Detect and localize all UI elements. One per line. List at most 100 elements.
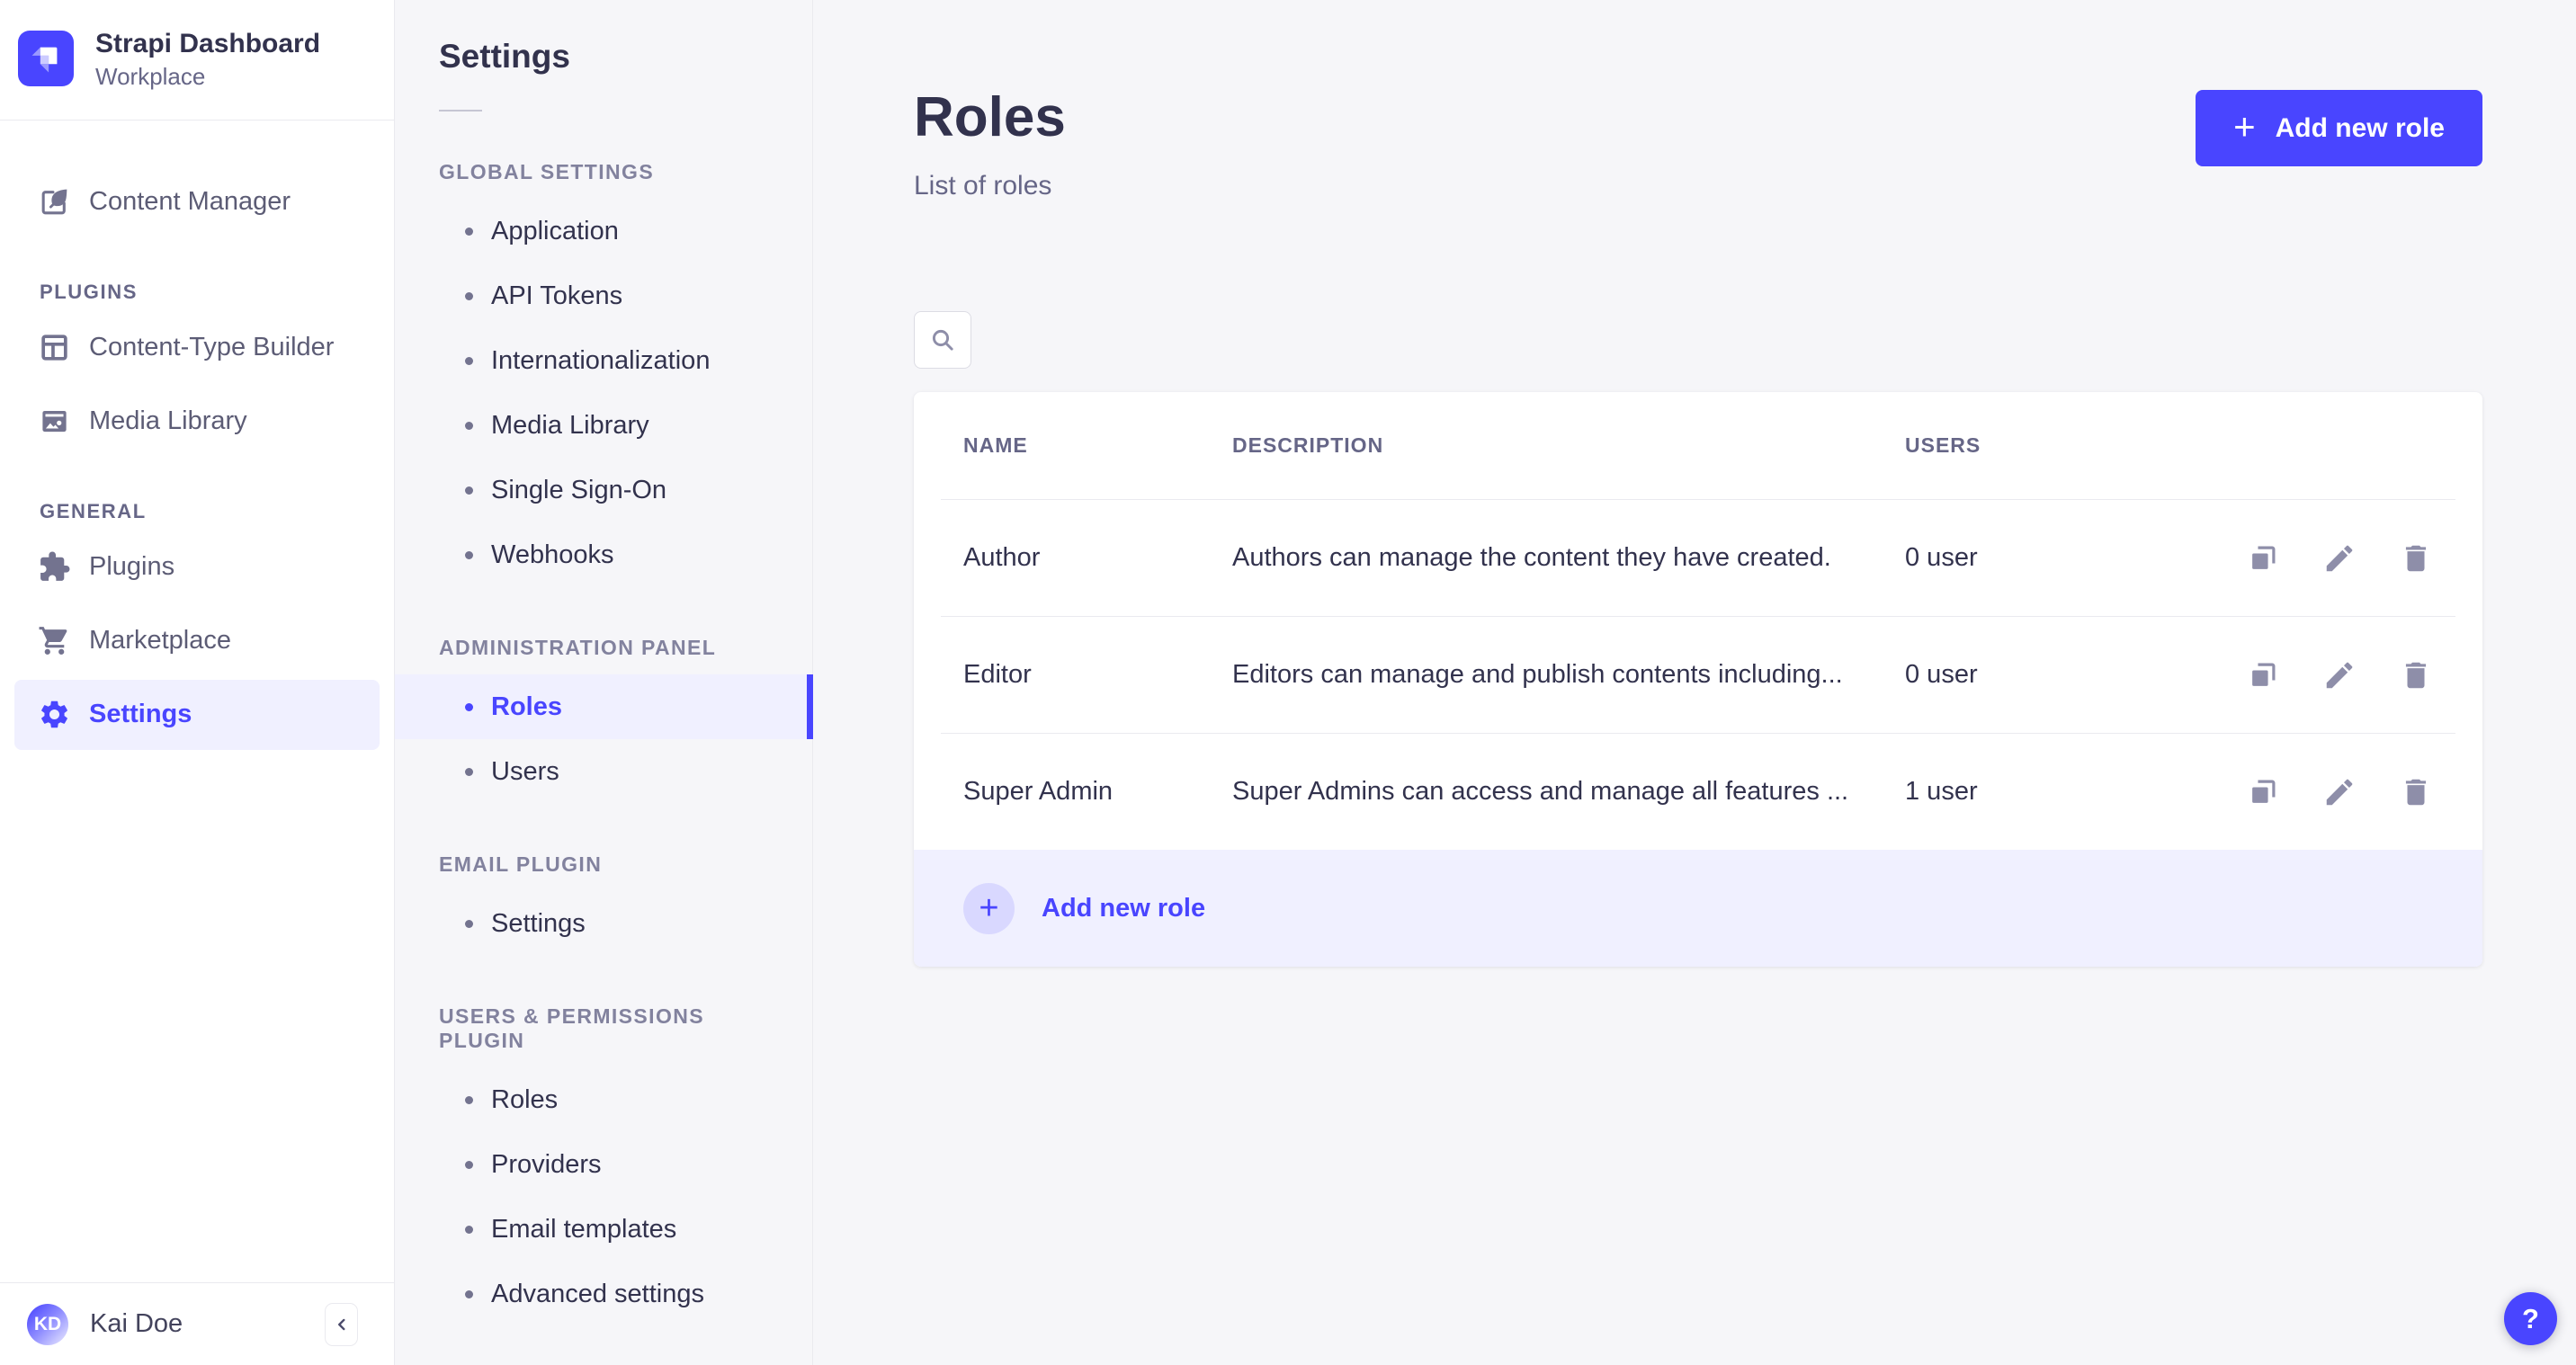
subnav-item-application[interactable]: Application bbox=[395, 199, 812, 263]
edit-button[interactable] bbox=[2322, 658, 2357, 692]
avatar[interactable]: KD bbox=[27, 1303, 68, 1345]
duplicate-icon bbox=[2252, 546, 2276, 569]
bullet-icon bbox=[465, 1095, 473, 1104]
cell-name: Author bbox=[963, 543, 1041, 572]
workspace-name: Workplace bbox=[95, 62, 206, 90]
subnav-item-api-tokens[interactable]: API Tokens bbox=[395, 263, 812, 328]
edit-icon bbox=[2326, 545, 2353, 571]
row-actions bbox=[2229, 541, 2455, 575]
subnav-item-media-library[interactable]: Media Library bbox=[395, 393, 812, 458]
delete-button[interactable] bbox=[2399, 775, 2433, 809]
sidebar-item-content-manager[interactable]: Content Manager bbox=[14, 167, 380, 237]
row-actions bbox=[2229, 658, 2455, 692]
help-button[interactable]: ? bbox=[2504, 1292, 2557, 1345]
bullet-icon bbox=[465, 1160, 473, 1169]
subnav-item-advanced-settings[interactable]: Advanced settings bbox=[395, 1262, 812, 1326]
layout-icon bbox=[41, 335, 67, 361]
cell-description: Super Admins can access and manage all f… bbox=[1232, 777, 1849, 806]
subnav-item-providers[interactable]: Providers bbox=[395, 1132, 812, 1197]
subnav-title: Settings bbox=[439, 38, 570, 75]
column-header-name: NAME bbox=[963, 433, 1028, 457]
subnav-item-label: Application bbox=[491, 216, 619, 245]
sidebar-item-label: Marketplace bbox=[89, 626, 231, 655]
column-header-description: DESCRIPTION bbox=[1232, 433, 1384, 457]
subnav-item-single-sign-on[interactable]: Single Sign-On bbox=[395, 458, 812, 522]
gear-icon bbox=[41, 700, 67, 728]
collapse-sidebar-button[interactable] bbox=[325, 1302, 358, 1346]
table-row-author[interactable]: Author Authors can manage the content th… bbox=[941, 499, 2455, 616]
edit-icon bbox=[2326, 662, 2353, 688]
duplicate-icon bbox=[2252, 780, 2276, 803]
page-subtitle: List of roles bbox=[914, 171, 1052, 201]
feather-icon bbox=[41, 189, 67, 215]
table-header-row: NAME DESCRIPTION USERS bbox=[941, 392, 2455, 499]
cell-users: 1 user bbox=[1905, 777, 1978, 806]
subnav-item-label: Email templates bbox=[491, 1214, 677, 1244]
duplicate-icon bbox=[2252, 663, 2276, 686]
page-header-text: Roles List of roles bbox=[914, 90, 1066, 201]
subnav-item-label: Single Sign-On bbox=[491, 475, 667, 504]
bullet-icon bbox=[465, 1289, 473, 1298]
sidebar-item-media-library[interactable]: Media Library bbox=[14, 387, 380, 457]
add-new-role-button[interactable]: + Add new role bbox=[2196, 90, 2482, 166]
table-row-editor[interactable]: Editor Editors can manage and publish co… bbox=[941, 616, 2455, 733]
trash-icon bbox=[2405, 779, 2427, 805]
subnav-item-email-settings[interactable]: Settings bbox=[395, 891, 812, 956]
subnav-item-internationalization[interactable]: Internationalization bbox=[395, 328, 812, 393]
delete-button[interactable] bbox=[2399, 541, 2433, 575]
delete-button[interactable] bbox=[2399, 658, 2433, 692]
duplicate-button[interactable] bbox=[2246, 775, 2280, 809]
workspace-brand[interactable]: Strapi Dashboard Workplace bbox=[0, 0, 394, 120]
cell-name: Super Admin bbox=[963, 777, 1114, 806]
bullet-icon bbox=[465, 919, 473, 928]
sidebar-item-settings[interactable]: Settings bbox=[14, 679, 380, 750]
sidebar-item-content-type-builder[interactable]: Content-Type Builder bbox=[14, 313, 380, 383]
bullet-icon bbox=[465, 486, 473, 495]
page-title: Roles bbox=[914, 86, 1066, 148]
bullet-icon bbox=[465, 421, 473, 430]
subnav-section-administration-panel: ADMINISTRATION PANEL bbox=[439, 636, 717, 659]
table-add-new-role[interactable]: + Add new role bbox=[914, 850, 2482, 967]
sidebar-item-plugins[interactable]: Plugins bbox=[14, 532, 380, 602]
main-content: Roles List of roles + Add new role NAME … bbox=[813, 0, 2576, 1365]
subnav-item-up-roles[interactable]: Roles bbox=[395, 1067, 812, 1132]
subnav-item-label: Webhooks bbox=[491, 540, 614, 569]
sidebar-item-marketplace[interactable]: Marketplace bbox=[14, 606, 380, 676]
sidebar-item-label: Settings bbox=[89, 700, 192, 728]
bullet-icon bbox=[465, 702, 473, 711]
table-row-super-admin[interactable]: Super Admin Super Admins can access and … bbox=[941, 733, 2455, 850]
sidebar-section-plugins: PLUGINS bbox=[40, 280, 138, 303]
subnav-item-label: Media Library bbox=[491, 410, 649, 440]
settings-subnav: Settings GLOBAL SETTINGS Application API… bbox=[395, 0, 813, 1365]
sidebar-item-label: Plugins bbox=[89, 552, 175, 581]
add-new-role-label: Add new role bbox=[2275, 112, 2445, 143]
trash-icon bbox=[2405, 545, 2427, 571]
cell-users: 0 user bbox=[1905, 660, 1978, 689]
cell-description: Authors can manage the content they have… bbox=[1232, 543, 1831, 572]
subnav-item-label: Providers bbox=[491, 1149, 602, 1179]
subnav-divider bbox=[439, 110, 482, 112]
roles-table: NAME DESCRIPTION USERS Author Authors ca… bbox=[914, 392, 2482, 967]
search-button[interactable] bbox=[914, 311, 971, 369]
subnav-section-users-permissions-plugin: USERS & PERMISSIONS PLUGIN bbox=[439, 1004, 704, 1052]
subnav-item-label: Settings bbox=[491, 908, 586, 938]
bullet-icon bbox=[465, 767, 473, 776]
sidebar-section-general: GENERAL bbox=[40, 499, 147, 522]
table-body: Author Authors can manage the content th… bbox=[941, 499, 2455, 850]
edit-button[interactable] bbox=[2322, 775, 2357, 809]
cell-name: Editor bbox=[963, 660, 1032, 689]
duplicate-button[interactable] bbox=[2246, 541, 2280, 575]
subnav-item-email-templates[interactable]: Email templates bbox=[395, 1197, 812, 1262]
trash-icon bbox=[2405, 662, 2427, 688]
image-icon bbox=[42, 410, 67, 433]
subnav-item-roles[interactable]: Roles bbox=[395, 674, 813, 739]
subnav-item-label: Advanced settings bbox=[491, 1279, 704, 1308]
duplicate-button[interactable] bbox=[2246, 658, 2280, 692]
subnav-item-webhooks[interactable]: Webhooks bbox=[395, 522, 812, 587]
sidebar-nav: Content Manager PLUGINS Content-Type Bui… bbox=[0, 120, 394, 1283]
edit-button[interactable] bbox=[2322, 541, 2357, 575]
puzzle-icon bbox=[40, 551, 70, 581]
sidebar-user-area: KD Kai Doe bbox=[0, 1282, 394, 1365]
plus-circle-icon: + bbox=[963, 882, 1015, 934]
subnav-item-users[interactable]: Users bbox=[395, 739, 812, 804]
